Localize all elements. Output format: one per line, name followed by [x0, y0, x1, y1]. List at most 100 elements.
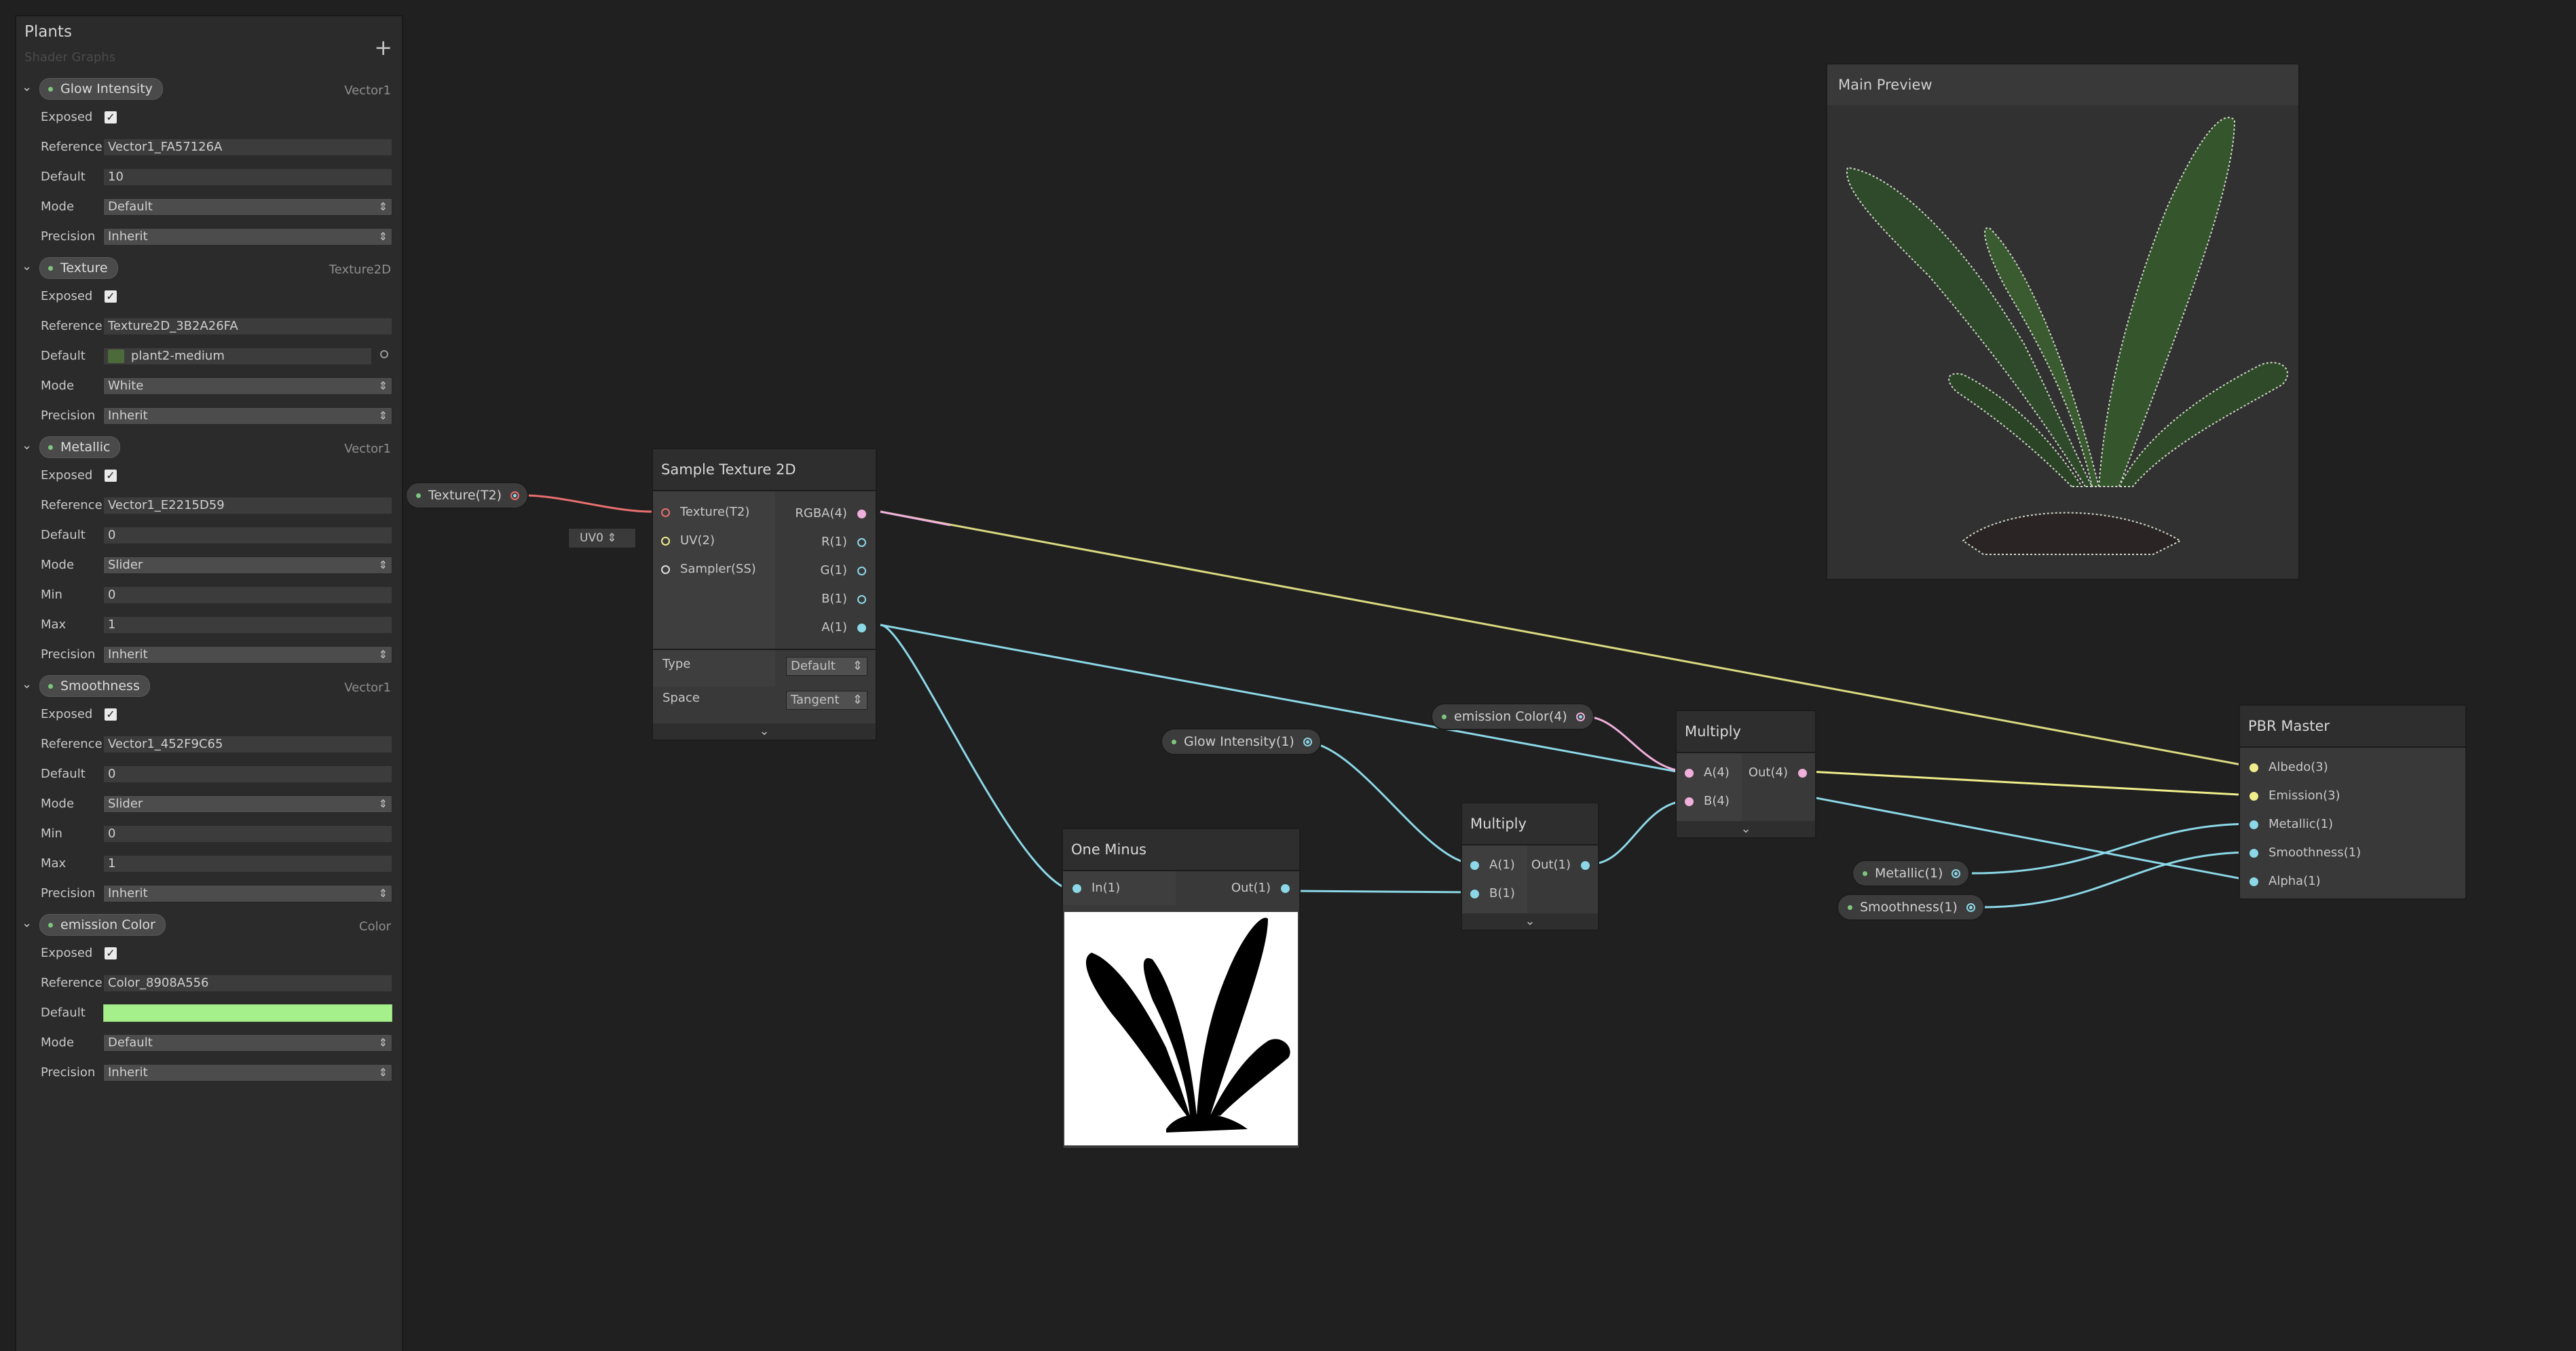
- chevron-down-icon[interactable]: ⌄: [22, 259, 32, 273]
- port-texture[interactable]: Texture(T2): [661, 505, 749, 519]
- output-socket-icon[interactable]: [1581, 861, 1590, 870]
- row-dropdown[interactable]: Inherit: [103, 228, 392, 246]
- row-input[interactable]: Color_8908A556: [103, 974, 392, 992]
- row-input[interactable]: Vector1_E2215D59: [103, 497, 392, 514]
- pbr-master-node[interactable]: PBR Master Albedo(3) Emission(3) Metalli…: [2239, 704, 2467, 900]
- input-socket-icon[interactable]: [2250, 792, 2258, 801]
- exposed-checkbox[interactable]: ✓: [105, 290, 117, 303]
- output-socket-icon[interactable]: [1575, 712, 1585, 721]
- output-socket-icon[interactable]: [1303, 738, 1312, 746]
- row-dropdown[interactable]: Slider: [103, 556, 392, 574]
- row-input[interactable]: Vector1_452F9C65: [103, 736, 392, 753]
- input-socket-icon[interactable]: [1685, 797, 1694, 806]
- input-socket-icon[interactable]: [2250, 849, 2258, 858]
- port-smoothness[interactable]: Smoothness(1): [2250, 845, 2361, 860]
- row-dropdown[interactable]: Slider: [103, 795, 392, 813]
- input-socket-icon[interactable]: [661, 508, 670, 517]
- multiply-node-1[interactable]: Multiply A(1) B(1) Out(1) ⌄: [1461, 802, 1599, 931]
- glow-intensity-property-node[interactable]: Glow Intensity(1): [1161, 728, 1322, 755]
- multiply-node-2[interactable]: Multiply A(4) B(4) Out(4) ⌄: [1675, 710, 1816, 839]
- collapse-chevron-icon[interactable]: ⌄: [1462, 913, 1598, 930]
- property-header[interactable]: ⌄ Smoothness Vector1: [16, 670, 402, 700]
- main-preview-window[interactable]: Main Preview: [1826, 63, 2300, 580]
- port-g[interactable]: G(1): [821, 563, 866, 577]
- output-socket-icon[interactable]: [857, 567, 866, 575]
- emission-color-property-node[interactable]: emission Color(4): [1431, 703, 1594, 730]
- output-socket-icon[interactable]: [857, 624, 866, 632]
- port-metallic[interactable]: Metallic(1): [2250, 817, 2333, 831]
- port-out[interactable]: Out(1): [1531, 858, 1590, 872]
- port-b[interactable]: B(1): [821, 592, 866, 606]
- property-name-pill[interactable]: emission Color: [39, 914, 166, 936]
- port-a[interactable]: A(4): [1685, 765, 1730, 780]
- output-socket-icon[interactable]: [1281, 884, 1290, 893]
- output-socket-icon[interactable]: [1966, 903, 1975, 912]
- one-minus-node[interactable]: One Minus In(1) Out(1): [1062, 828, 1301, 1149]
- input-socket-icon[interactable]: [1470, 890, 1479, 898]
- chevron-down-icon[interactable]: ⌄: [22, 80, 32, 94]
- input-socket-icon[interactable]: [2250, 820, 2258, 829]
- collapse-chevron-icon[interactable]: ⌄: [1677, 821, 1815, 837]
- row-dropdown[interactable]: Inherit: [103, 646, 392, 664]
- smoothness-property-node[interactable]: Smoothness(1): [1837, 894, 1985, 921]
- texture-field[interactable]: plant2-medium: [103, 347, 372, 365]
- input-socket-icon[interactable]: [1072, 884, 1081, 893]
- input-socket-icon[interactable]: [2250, 763, 2258, 772]
- row-input[interactable]: 0: [103, 586, 392, 604]
- output-socket-icon[interactable]: [857, 595, 866, 604]
- input-socket-icon[interactable]: [1685, 769, 1694, 778]
- property-header[interactable]: ⌄ Metallic Vector1: [16, 432, 402, 461]
- port-uv[interactable]: UV(2): [661, 533, 715, 548]
- space-dropdown[interactable]: Tangent ⇕: [786, 691, 867, 710]
- port-sampler[interactable]: Sampler(SS): [661, 562, 756, 576]
- object-picker-icon[interactable]: [380, 350, 388, 358]
- port-out[interactable]: Out(1): [1231, 881, 1290, 895]
- port-alpha[interactable]: Alpha(1): [2250, 874, 2321, 888]
- row-input[interactable]: Vector1_FA57126A: [103, 138, 392, 156]
- chevron-down-icon[interactable]: ⌄: [22, 677, 32, 691]
- row-dropdown[interactable]: Default: [103, 1034, 392, 1052]
- output-socket-icon[interactable]: [857, 538, 866, 547]
- output-socket-icon[interactable]: [1798, 769, 1807, 778]
- input-socket-icon[interactable]: [661, 537, 670, 546]
- property-header[interactable]: ⌄ Texture Texture2D: [16, 252, 402, 282]
- row-input[interactable]: 1: [103, 855, 392, 873]
- output-socket-icon[interactable]: [510, 491, 520, 500]
- row-dropdown[interactable]: Inherit: [103, 407, 392, 425]
- port-r[interactable]: R(1): [821, 535, 866, 549]
- port-out[interactable]: Out(4): [1749, 765, 1807, 780]
- input-socket-icon[interactable]: [2250, 877, 2258, 886]
- property-name-pill[interactable]: Smoothness: [39, 675, 150, 697]
- port-b[interactable]: B(4): [1685, 794, 1730, 808]
- color-field[interactable]: [103, 1004, 392, 1022]
- output-socket-icon[interactable]: [1952, 869, 1961, 878]
- row-input[interactable]: 0: [103, 527, 392, 544]
- property-name-pill[interactable]: Texture: [39, 257, 118, 279]
- port-b[interactable]: B(1): [1470, 886, 1515, 900]
- exposed-checkbox[interactable]: ✓: [105, 111, 117, 123]
- port-albedo[interactable]: Albedo(3): [2250, 760, 2328, 774]
- chevron-down-icon[interactable]: ⌄: [22, 438, 32, 453]
- row-input[interactable]: 0: [103, 825, 392, 843]
- port-a[interactable]: A(1): [1470, 858, 1515, 872]
- row-dropdown[interactable]: Inherit: [103, 885, 392, 902]
- port-a[interactable]: A(1): [821, 620, 866, 634]
- port-rgba[interactable]: RGBA(4): [795, 506, 866, 520]
- row-dropdown[interactable]: Inherit: [103, 1064, 392, 1082]
- property-header[interactable]: ⌄ emission Color Color: [16, 909, 402, 939]
- type-dropdown[interactable]: Default ⇕: [786, 657, 867, 676]
- uv-channel-node[interactable]: UV0 ⇕: [568, 528, 636, 548]
- exposed-checkbox[interactable]: ✓: [105, 947, 117, 959]
- texture-property-node[interactable]: Texture(T2): [405, 482, 529, 509]
- output-socket-icon[interactable]: [857, 510, 866, 518]
- port-in[interactable]: In(1): [1072, 881, 1120, 895]
- row-dropdown[interactable]: White: [103, 377, 392, 395]
- row-input[interactable]: 10: [103, 168, 392, 186]
- chevron-down-icon[interactable]: ⌄: [22, 916, 32, 930]
- exposed-checkbox[interactable]: ✓: [105, 470, 117, 482]
- exposed-checkbox[interactable]: ✓: [105, 708, 117, 721]
- property-name-pill[interactable]: Metallic: [39, 436, 121, 458]
- sample-texture-2d-node[interactable]: Sample Texture 2D Texture(T2) UV(2) Samp…: [652, 448, 877, 741]
- input-socket-icon[interactable]: [1470, 861, 1479, 870]
- collapse-chevron-icon[interactable]: ⌄: [653, 723, 876, 740]
